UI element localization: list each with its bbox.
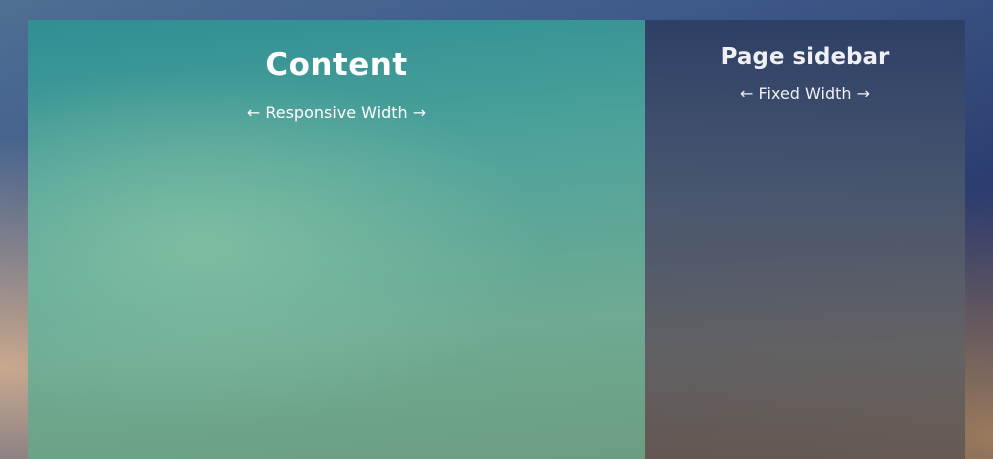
- sidebar-width-label: ← Fixed Width →: [739, 84, 870, 103]
- layout-wrapper: Content ← Responsive Width → Page sideba…: [28, 20, 965, 459]
- sidebar-panel: Page sidebar ← Fixed Width →: [645, 20, 965, 459]
- content-width-label: ← Responsive Width →: [246, 103, 427, 122]
- content-title: Content: [265, 47, 408, 83]
- sidebar-title: Page sidebar: [720, 44, 890, 70]
- content-panel: Content ← Responsive Width →: [28, 20, 645, 459]
